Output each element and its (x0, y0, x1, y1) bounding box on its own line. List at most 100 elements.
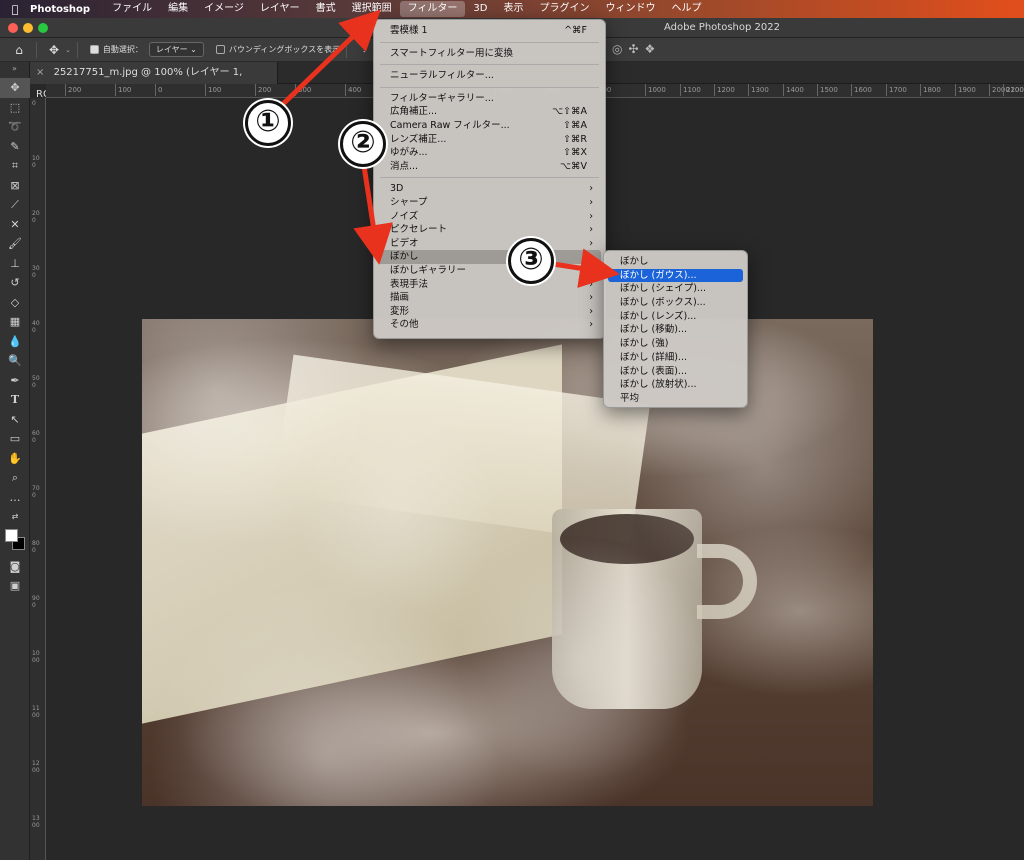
menu-3d[interactable]: 3D (465, 0, 495, 18)
submenu-item-gaussian-blur[interactable]: ぼかし (ガウス)... (608, 268, 743, 283)
menu-item-stylize[interactable]: 表現手法 › (374, 278, 605, 292)
eraser-tool-icon[interactable]: ◇ (0, 293, 30, 313)
submenu-item-radial-blur[interactable]: ぼかし (放射状)... (604, 378, 747, 392)
move-tool-icon[interactable]: ✥ (0, 78, 30, 98)
menu-edit[interactable]: 編集 (160, 0, 196, 18)
3d-mode-icons[interactable]: ◎✣❖ (612, 42, 661, 56)
gradient-tool-icon[interactable]: ▦ (0, 312, 30, 332)
swap-colors-icon[interactable]: ⇄ (0, 507, 30, 527)
menu-item-blur-gallery[interactable]: ぼかしギャラリー › (374, 264, 605, 278)
history-brush-tool-icon[interactable]: ↺ (0, 273, 30, 293)
menu-item-noise[interactable]: ノイズ › (374, 210, 605, 224)
marquee-tool-icon[interactable]: ⬚ (0, 98, 30, 118)
menu-item-sharpen[interactable]: シャープ › (374, 196, 605, 210)
menu-select[interactable]: 選択範囲 (344, 0, 400, 18)
move-tool-icon[interactable]: ✥ (43, 43, 65, 57)
menu-item-render[interactable]: 描画 › (374, 291, 605, 305)
pen-tool-icon[interactable]: ✒ (0, 371, 30, 391)
annotation-badge-1: ① (245, 100, 291, 146)
path-select-tool-icon[interactable]: ↖ (0, 410, 30, 430)
ruler-tick-label: 400 (32, 320, 40, 334)
rectangle-tool-icon[interactable]: ▭ (0, 429, 30, 449)
foreground-color-swatch[interactable] (5, 528, 18, 542)
home-icon[interactable]: ⌂ (8, 43, 30, 57)
menu-plugins[interactable]: プラグイン (531, 0, 597, 18)
menu-item-camera-raw[interactable]: Camera Raw フィルター... ⇧⌘A (374, 119, 605, 133)
quick-mask-icon[interactable]: ◙ (0, 557, 30, 577)
menu-item-last-filter[interactable]: 雲模様 1 ^⌘F (374, 24, 605, 38)
submenu-item-average[interactable]: 平均 (604, 392, 747, 406)
menu-item-neural-filters[interactable]: ニューラルフィルター... (374, 69, 605, 83)
chevron-right-icon: › (589, 319, 593, 331)
photoshop-screen:  Photoshop ファイル 編集 イメージ レイヤー 書式 選択範囲 フィ… (0, 0, 1024, 860)
lasso-tool-icon[interactable]: ➰ (0, 117, 30, 137)
divider (346, 41, 348, 58)
color-swatches[interactable] (0, 527, 30, 557)
menu-item-other[interactable]: その他 › (374, 318, 605, 332)
menu-item-blur[interactable]: ぼかし › (378, 250, 601, 264)
auto-select-checkbox[interactable] (89, 45, 99, 54)
chevron-right-icon: › (585, 251, 589, 263)
menu-item-pixelate[interactable]: ピクセレート › (374, 223, 605, 237)
layer-dropdown[interactable]: レイヤー ⌄ (148, 42, 204, 57)
dodge-tool-icon[interactable]: 🔍 (0, 351, 30, 371)
frame-tool-icon[interactable]: ⊠ (0, 176, 30, 196)
more-tools-icon[interactable]: … (0, 488, 30, 508)
eyedropper-tool-icon[interactable]: ⟋ (0, 195, 30, 215)
submenu-item-surface-blur[interactable]: ぼかし (表面)... (604, 365, 747, 379)
apple-icon[interactable]:  (0, 3, 30, 16)
menu-item-liquify[interactable]: ゆがみ... ⇧⌘X (374, 146, 605, 160)
menu-item-vanishing-point[interactable]: 消点... ⌥⌘V (374, 160, 605, 174)
document-tab[interactable]: × 25217751_m.jpg @ 100% (レイヤー 1, RGB/8#)… (30, 62, 278, 100)
app-name[interactable]: Photoshop (30, 4, 90, 15)
chevron-right-icon: › (589, 183, 593, 195)
menu-item-video[interactable]: ビデオ › (374, 237, 605, 251)
ruler-tick-label: 1200 (714, 84, 735, 96)
bounding-box-checkbox[interactable] (215, 45, 225, 54)
menu-item-convert-smart-filter[interactable]: スマートフィルター用に変換 (374, 47, 605, 61)
chevron-right-icon: › (589, 224, 593, 236)
type-tool-icon[interactable]: T (0, 390, 30, 410)
submenu-item-shape-blur[interactable]: ぼかし (シェイプ)... (604, 282, 747, 296)
menu-view[interactable]: 表示 (495, 0, 531, 18)
screen-mode-icon[interactable]: ▣ (0, 576, 30, 596)
ruler-tick-label: 1500 (817, 84, 838, 96)
menu-filter[interactable]: フィルター (399, 1, 466, 17)
submenu-item-smart-blur[interactable]: ぼかし (詳細)... (604, 351, 747, 365)
menu-separator (380, 64, 599, 66)
ruler-tick-label: 600 (32, 430, 40, 444)
align-icon[interactable]: ⫶ (353, 42, 375, 57)
menu-item-adaptive-wide-angle[interactable]: 広角補正... ⌥⇧⌘A (374, 105, 605, 119)
collapse-panel-icon[interactable]: » (0, 62, 29, 78)
menu-image[interactable]: イメージ (196, 0, 252, 18)
menu-layer[interactable]: レイヤー (252, 0, 308, 18)
stamp-tool-icon[interactable]: ⊥ (0, 254, 30, 274)
close-tab-icon[interactable]: × (36, 67, 44, 78)
menu-type[interactable]: 書式 (308, 0, 344, 18)
menu-item-lens-correction[interactable]: レンズ補正... ⇧⌘R (374, 133, 605, 147)
brush-tool-icon[interactable]: 🖌 (0, 234, 30, 254)
healing-brush-tool-icon[interactable]: ✕ (0, 215, 30, 235)
chevron-down-icon[interactable]: ⌄ (65, 46, 71, 54)
hand-tool-icon[interactable]: ✋ (0, 449, 30, 469)
menu-window[interactable]: ウィンドウ (597, 0, 663, 18)
menu-item-distort[interactable]: 変形 › (374, 305, 605, 319)
menu-item-filter-gallery[interactable]: フィルターギャラリー... (374, 92, 605, 106)
submenu-item-blur[interactable]: ぼかし (604, 255, 747, 269)
chevron-right-icon: › (589, 210, 593, 222)
menu-item-3d[interactable]: 3D › (374, 182, 605, 196)
ruler-tick-label: 1300 (748, 84, 769, 96)
quick-select-tool-icon[interactable]: ✎ (0, 137, 30, 157)
canvas-image[interactable] (142, 319, 873, 806)
menu-file[interactable]: ファイル (104, 0, 160, 18)
vertical-ruler[interactable]: 0 100 200 300 400 500 600 700 800 900 1000 1100 1200… (30, 98, 46, 860)
menu-help[interactable]: ヘルプ (663, 0, 709, 18)
blur-tool-icon[interactable]: 💧 (0, 332, 30, 352)
crop-tool-icon[interactable]: ⌗ (0, 156, 30, 176)
submenu-item-blur-more[interactable]: ぼかし (強) (604, 337, 747, 351)
submenu-item-lens-blur[interactable]: ぼかし (レンズ)... (604, 310, 747, 324)
ruler-tick-label: 100 (204, 84, 222, 96)
submenu-item-box-blur[interactable]: ぼかし (ボックス)... (604, 296, 747, 310)
zoom-tool-icon[interactable]: ⌕ (0, 468, 30, 488)
submenu-item-motion-blur[interactable]: ぼかし (移動)... (604, 323, 747, 337)
